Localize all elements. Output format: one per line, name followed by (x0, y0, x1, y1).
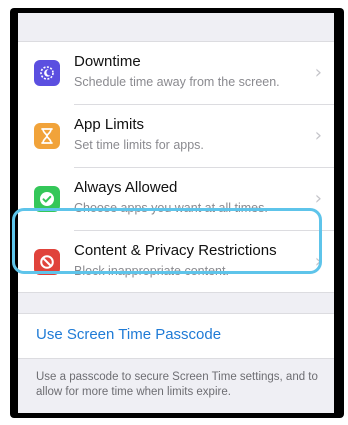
use-passcode-button[interactable]: Use Screen Time Passcode (18, 313, 334, 359)
downtime-row[interactable]: Downtime Schedule time away from the scr… (18, 42, 334, 104)
app-limits-row[interactable]: App Limits Set time limits for apps. › (18, 105, 334, 167)
chevron-right-icon: › (314, 251, 322, 272)
app-limits-title: App Limits (74, 116, 145, 133)
content-privacy-subtitle: Block inappropriate content. (74, 264, 229, 278)
chevron-right-icon: › (314, 188, 322, 209)
app-limits-subtitle: Set time limits for apps. (74, 138, 204, 152)
always-allowed-row[interactable]: Always Allowed Choose apps you want at a… (18, 168, 334, 230)
always-allowed-subtitle: Choose apps you want at all times. (74, 201, 268, 215)
hourglass-icon (34, 123, 60, 149)
prohibited-icon (34, 249, 60, 275)
chevron-right-icon: › (314, 62, 322, 83)
use-passcode-label: Use Screen Time Passcode (36, 326, 222, 343)
settings-group: Downtime Schedule time away from the scr… (18, 41, 334, 293)
chevron-right-icon: › (314, 125, 322, 146)
moon-icon (34, 60, 60, 86)
always-allowed-title: Always Allowed (74, 179, 178, 196)
screen-time-settings: Downtime Schedule time away from the scr… (18, 13, 334, 413)
downtime-subtitle: Schedule time away from the screen. (74, 75, 280, 89)
content-privacy-row[interactable]: Content & Privacy Restrictions Block ina… (18, 231, 334, 293)
checkmark-badge-icon (34, 186, 60, 212)
content-privacy-title: Content & Privacy Restrictions (74, 242, 277, 259)
passcode-footnote: Use a passcode to secure Screen Time set… (36, 371, 318, 398)
downtime-title: Downtime (74, 53, 141, 70)
